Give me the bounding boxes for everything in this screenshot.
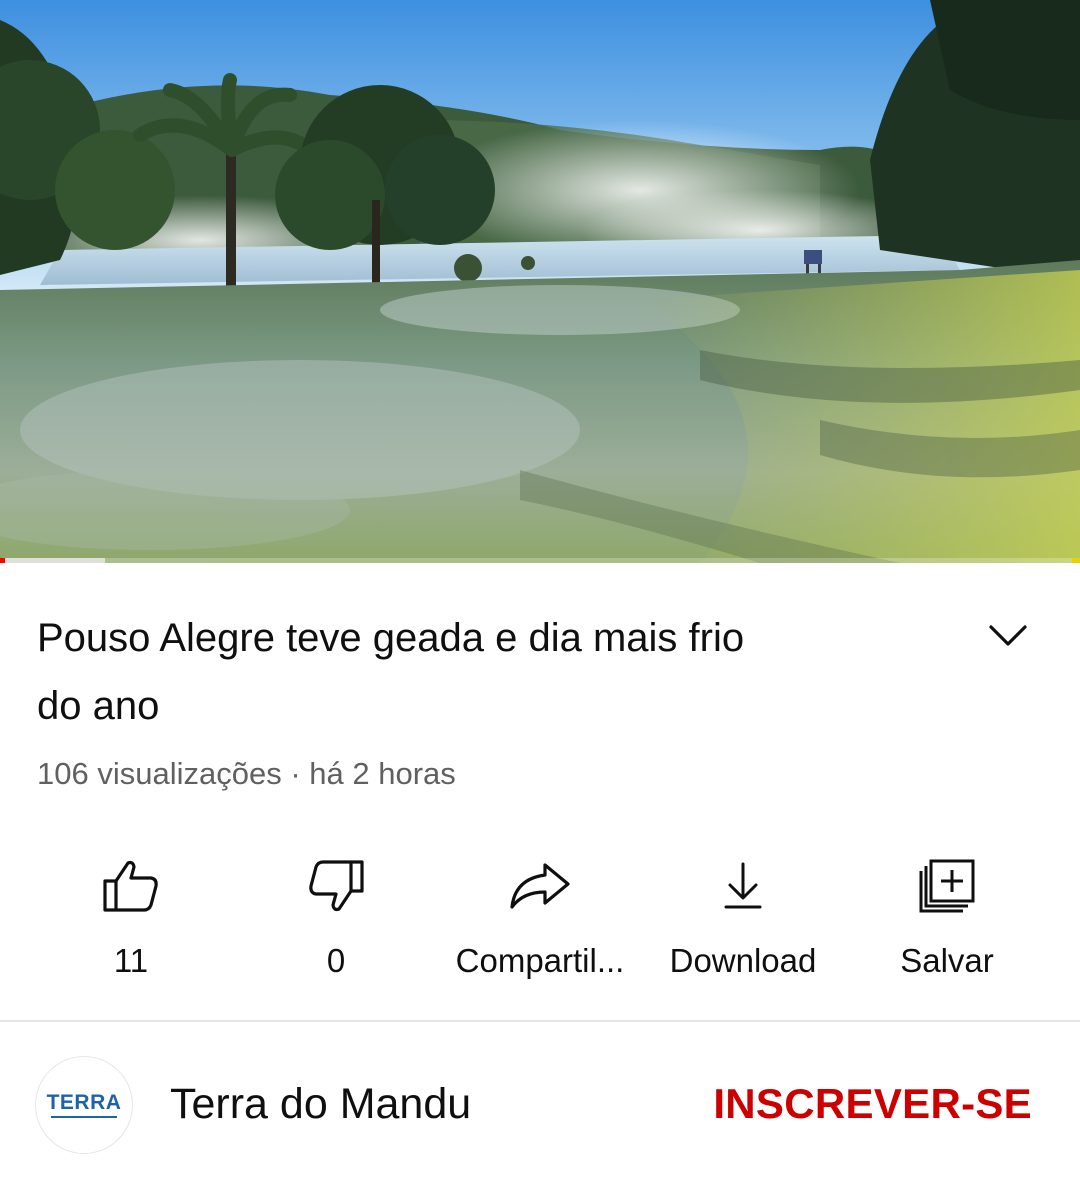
share-button[interactable]: Compartil... bbox=[440, 850, 640, 990]
progress-end-marker bbox=[1072, 558, 1080, 563]
save-label: Salvar bbox=[900, 942, 994, 979]
download-label: Download bbox=[669, 942, 817, 979]
video-title[interactable]: Pouso Alegre teve geada e dia mais frio … bbox=[37, 604, 927, 740]
expand-description-button[interactable] bbox=[982, 616, 1034, 656]
save-button[interactable]: Salvar bbox=[847, 850, 1047, 990]
dislike-count: 0 bbox=[326, 942, 346, 979]
share-icon bbox=[510, 863, 570, 909]
video-thumbnail bbox=[0, 0, 1080, 563]
upload-time: há 2 horas bbox=[309, 756, 456, 791]
section-divider bbox=[0, 1020, 1080, 1022]
like-button[interactable]: 11 bbox=[31, 850, 231, 990]
dislike-button[interactable]: 0 bbox=[236, 850, 436, 990]
channel-logo-text: TERRA bbox=[46, 1091, 122, 1114]
progress-played bbox=[0, 558, 6, 563]
chevron-down-icon bbox=[989, 625, 1027, 646]
download-icon bbox=[724, 862, 762, 909]
share-label: Compartil... bbox=[455, 942, 625, 979]
progress-buffered bbox=[0, 558, 105, 563]
meta-separator: · bbox=[290, 756, 301, 791]
channel-avatar[interactable]: TERRA bbox=[36, 1057, 132, 1153]
download-button[interactable]: Download bbox=[643, 850, 843, 990]
thumbs-down-icon bbox=[309, 860, 364, 912]
thumbs-up-icon bbox=[103, 860, 158, 912]
video-title-line2: do ano bbox=[37, 684, 160, 728]
subscribe-button[interactable]: INSCREVER-SE bbox=[713, 1080, 1032, 1128]
video-progress-bar[interactable] bbox=[0, 558, 1080, 563]
channel-name[interactable]: Terra do Mandu bbox=[170, 1080, 471, 1129]
view-count: 106 visualizações bbox=[37, 756, 282, 791]
video-metadata: 106 visualizações · há 2 horas bbox=[37, 756, 456, 792]
video-player[interactable] bbox=[0, 0, 1080, 563]
action-bar: 11 0 Compartil... Download Salvar bbox=[0, 850, 1080, 1000]
save-playlist-icon bbox=[919, 859, 975, 913]
channel-logo-underline bbox=[51, 1116, 117, 1118]
video-title-line1: Pouso Alegre teve geada e dia mais frio bbox=[37, 616, 745, 660]
like-count: 11 bbox=[113, 942, 149, 979]
